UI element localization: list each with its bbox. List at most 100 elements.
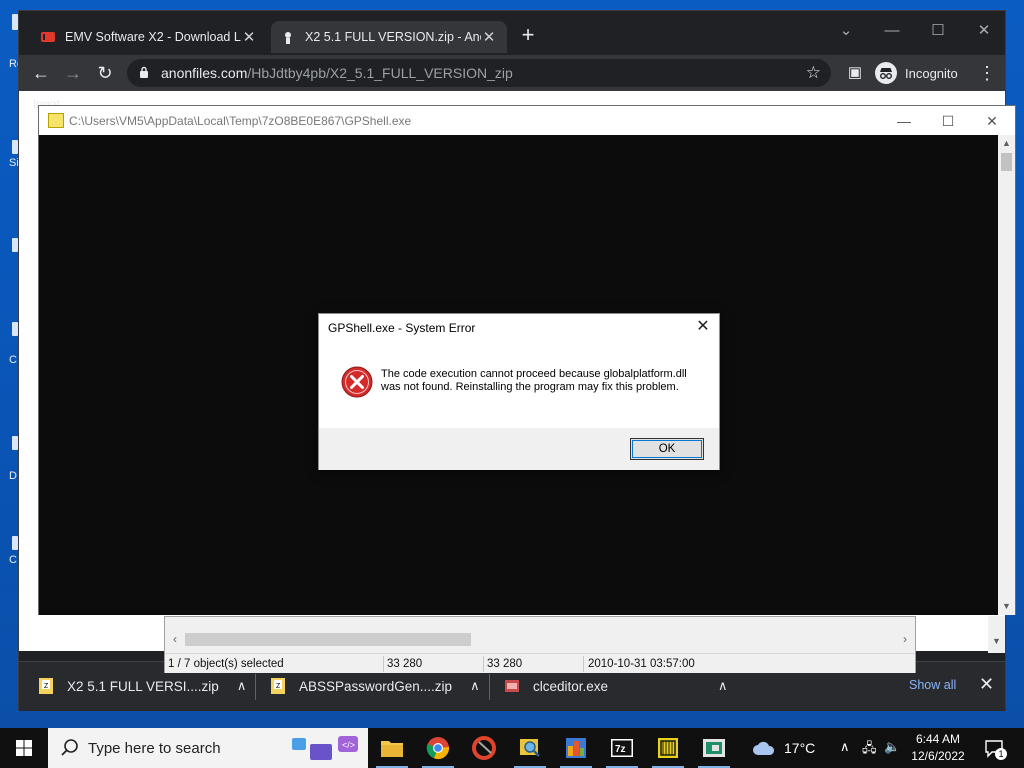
selection-status: 1 / 7 object(s) selected — [168, 658, 284, 670]
weather-widget[interactable]: 17°C — [752, 738, 815, 758]
desktop-icon-label: C — [9, 354, 17, 366]
desktop-icon-label: D — [9, 470, 17, 482]
desktop-icon-label: C — [9, 554, 17, 566]
back-icon[interactable]: ← — [27, 60, 55, 86]
tab-title: EMV Software X2 - Download Lin — [65, 30, 241, 44]
url-path: /HbJdtby4pb/X2_5.1_FULL_VERSION_zip — [247, 65, 513, 81]
search-highlight-icon: </> — [292, 736, 358, 760]
close-icon[interactable]: ✕ — [961, 17, 1007, 45]
maximize-icon[interactable]: ☐ — [925, 109, 971, 133]
7zip-window: ‹ › 1 / 7 object(s) selected 33 280 33 2… — [164, 616, 916, 673]
anonfiles-favicon-icon — [285, 32, 291, 44]
minimize-icon[interactable]: — — [869, 17, 915, 45]
download-item[interactable]: Z ABSSPasswordGen....zip ∧ — [271, 672, 480, 700]
download-item[interactable]: Z X2 5.1 FULL VERSI....zip ∧ — [39, 672, 246, 700]
system-error-dialog: GPShell.exe - System Error ✕ The code ex… — [318, 313, 720, 470]
minimize-icon[interactable]: — — [881, 109, 927, 133]
dialog-close-icon[interactable]: ✕ — [693, 317, 713, 337]
chrome-icon[interactable] — [418, 732, 458, 768]
scroll-right-icon[interactable]: › — [897, 630, 913, 648]
chevron-up-icon[interactable]: ∧ — [237, 678, 247, 694]
console-scrollbar[interactable]: ▲ ▼ — [998, 135, 1015, 615]
maximize-icon[interactable]: ☐ — [915, 17, 961, 45]
chevron-up-icon[interactable]: ∧ — [470, 678, 480, 694]
svg-text:</>: </> — [342, 740, 355, 750]
console-app-icon — [48, 113, 64, 128]
close-icon[interactable]: ✕ — [969, 109, 1015, 133]
taskbar: Type here to search </> 7z 17°C ∧ 🖧 🔈 6:… — [0, 728, 1024, 768]
chevron-up-icon[interactable]: ∧ — [840, 739, 850, 755]
start-button[interactable] — [0, 728, 48, 768]
tab-emv-software[interactable]: EMV Software X2 - Download Lin ✕ — [31, 21, 267, 53]
size-status: 33 280 — [387, 658, 423, 670]
packed-size-status: 33 280 — [487, 658, 523, 670]
dialog-message: The code execution cannot proceed becaus… — [381, 368, 687, 393]
error-icon — [341, 366, 373, 398]
menu-icon[interactable]: ⋮ — [973, 60, 1001, 86]
network-icon[interactable]: 🖧 — [862, 739, 877, 761]
exe-file-icon — [505, 680, 519, 692]
app-icon[interactable] — [694, 732, 734, 768]
clock[interactable]: 6:44 AM 12/6/2022 — [908, 731, 968, 765]
7zip-icon[interactable]: 7z — [602, 732, 642, 768]
divider — [483, 656, 484, 672]
show-all-link[interactable]: Show all — [909, 678, 956, 692]
status-bar: 1 / 7 object(s) selected 33 280 33 280 2… — [165, 653, 915, 673]
download-name: ABSSPasswordGen....zip — [299, 678, 453, 694]
modified-status: 2010-10-31 03:57:00 — [588, 658, 695, 670]
zip-file-icon: Z — [39, 678, 53, 694]
taskbar-search[interactable]: Type here to search </> — [48, 728, 368, 768]
scroll-up-icon[interactable]: ▲ — [998, 135, 1015, 152]
new-tab-button[interactable]: + — [517, 24, 539, 47]
scroll-thumb[interactable] — [1001, 153, 1012, 171]
scroll-thumb[interactable] — [185, 633, 471, 646]
dialog-footer: OK — [319, 428, 719, 470]
incognito-icon — [875, 62, 897, 84]
console-title-bar[interactable]: C:\Users\VM5\AppData\Local\Temp\7zO8BE0E… — [39, 106, 1015, 135]
right-scrollbar[interactable]: ▼ — [988, 616, 1005, 653]
video-favicon-icon — [41, 32, 55, 42]
incognito-indicator[interactable]: Incognito — [875, 60, 958, 86]
bookmark-star-icon[interactable]: ☆ — [806, 63, 821, 83]
scroll-down-icon[interactable]: ▼ — [992, 636, 1001, 646]
svg-text:7z: 7z — [615, 744, 626, 755]
download-name: clceditor.exe — [533, 678, 609, 694]
svg-text:Z: Z — [276, 683, 281, 690]
desktop-icons-strip: Re Si C D C — [0, 0, 23, 728]
scroll-left-icon[interactable]: ‹ — [167, 630, 183, 648]
lock-icon — [140, 66, 148, 78]
file-explorer-icon[interactable] — [372, 732, 412, 768]
notification-badge: 1 — [995, 748, 1007, 760]
tab-close-icon[interactable]: ✕ — [241, 28, 257, 46]
forward-icon[interactable]: → — [59, 60, 87, 86]
ok-button[interactable]: OK — [630, 438, 704, 460]
tab-strip: EMV Software X2 - Download Lin ✕ X2 5.1 … — [19, 11, 1005, 57]
tab-close-icon[interactable]: ✕ — [481, 28, 497, 46]
horizontal-scrollbar[interactable]: ‹ › — [167, 629, 913, 649]
search-icon — [61, 739, 78, 756]
reload-icon[interactable]: ↻ — [91, 60, 119, 86]
address-bar[interactable]: anonfiles.com/HbJdtby4pb/X2_5.1_FULL_VER… — [127, 59, 831, 87]
download-item[interactable]: clceditor.exe ∧ — [505, 672, 728, 700]
close-downloads-icon[interactable]: ✕ — [979, 674, 994, 695]
clock-date: 12/6/2022 — [911, 749, 965, 763]
browser-toolbar: ← → ↻ anonfiles.com/HbJdtby4pb/X2_5.1_FU… — [19, 55, 1005, 91]
search-tool-icon[interactable] — [510, 732, 550, 768]
tab-title: X2 5.1 FULL VERSION.zip - Anonf — [305, 30, 481, 44]
dialog-title: GPShell.exe - System Error — [328, 321, 476, 335]
zip-file-icon: Z — [271, 678, 285, 694]
chevron-up-icon[interactable]: ∧ — [718, 678, 728, 694]
tab-anonfiles[interactable]: X2 5.1 FULL VERSION.zip - Anonf ✕ — [271, 21, 507, 53]
side-panel-icon[interactable]: ▣ — [841, 60, 869, 86]
cloud-icon — [753, 741, 775, 755]
scroll-down-icon[interactable]: ▼ — [998, 598, 1015, 615]
clock-time: 6:44 AM — [915, 732, 961, 746]
tab-search-icon[interactable]: ⌄ — [823, 17, 869, 45]
notification-icon[interactable]: 1 — [984, 738, 1007, 760]
search-placeholder: Type here to search — [88, 740, 221, 757]
control-panel-icon[interactable] — [556, 732, 596, 768]
download-name: X2 5.1 FULL VERSI....zip — [67, 678, 219, 694]
gpshell-icon[interactable] — [648, 732, 688, 768]
volume-icon[interactable]: 🔈 — [884, 739, 900, 755]
ccleaner-icon[interactable] — [464, 732, 504, 764]
